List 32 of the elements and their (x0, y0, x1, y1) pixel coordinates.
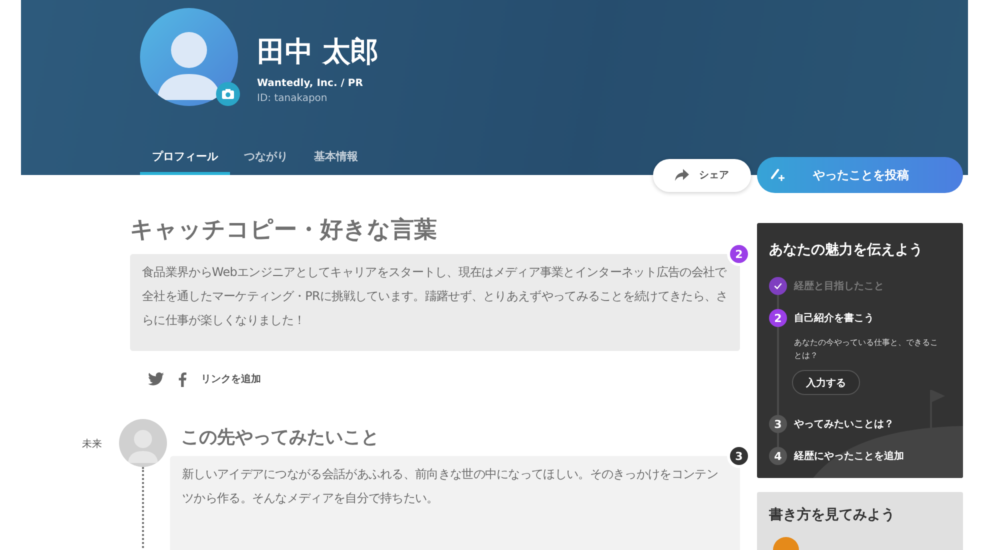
paragraph: 食品業界からWebエンジニアとしてキャリアをスタートし、現在はメディア事業とインターネット広告の会社で全社を通したマーケティング・PRに挑戦しています。躊躇せず、とりあえずやってみることを続けてきたら、さらに仕事が楽しくなりました！ (142, 264, 728, 329)
step-label: 経歴にやったことを追加 (794, 450, 904, 463)
section-title: キャッチコピー・好きな言葉 (130, 216, 438, 245)
pencil-plus-icon (771, 168, 785, 182)
step-label: 自己紹介を書こう (794, 312, 874, 325)
step-hint: あなたの今やっている仕事と、できることは？ (794, 337, 939, 362)
section-title: この先やってみたいこと (180, 426, 380, 450)
step-label: やってみたいことは？ (794, 418, 894, 431)
step-badge: 2 (730, 245, 748, 263)
examples-title: 書き方を見てみよう (769, 506, 896, 524)
tab[interactable]: つながり (232, 149, 300, 175)
tab[interactable]: 基本情報 (302, 149, 370, 175)
share-arrow-icon (675, 169, 689, 181)
step-number: 3 (769, 415, 787, 433)
input-button[interactable]: 入力する (792, 370, 860, 395)
company-text: Wantedly, Inc. / PR (257, 78, 364, 89)
facebook-icon[interactable] (178, 372, 187, 386)
share-button[interactable]: シェア (653, 158, 751, 192)
step-badge: 3 (730, 447, 748, 465)
step-label: 経歴と目指したこと (794, 280, 884, 293)
paragraph: 新しいアイデアにつながる会話があふれる、前向きな世の中になってほしい。そのきっかけをコンテンツから作る。そんなメディアを自分で持ちたい。 (182, 466, 719, 507)
add-link-button[interactable]: リンクを追加 (201, 372, 261, 386)
guide-title: あなたの魅力を伝えよう (769, 241, 924, 259)
avatar-icon (119, 419, 167, 467)
profile-name: 田中 太郎 (257, 34, 379, 70)
twitter-bird-icon[interactable] (148, 372, 164, 386)
step-number: 2 (769, 309, 787, 327)
user-id-text: ID: tanakapon (257, 93, 328, 104)
camera-icon[interactable] (216, 82, 240, 106)
step-number: 4 (769, 447, 787, 465)
tab[interactable]: プロフィール (140, 149, 230, 175)
period-label: 未来 (81, 438, 103, 452)
